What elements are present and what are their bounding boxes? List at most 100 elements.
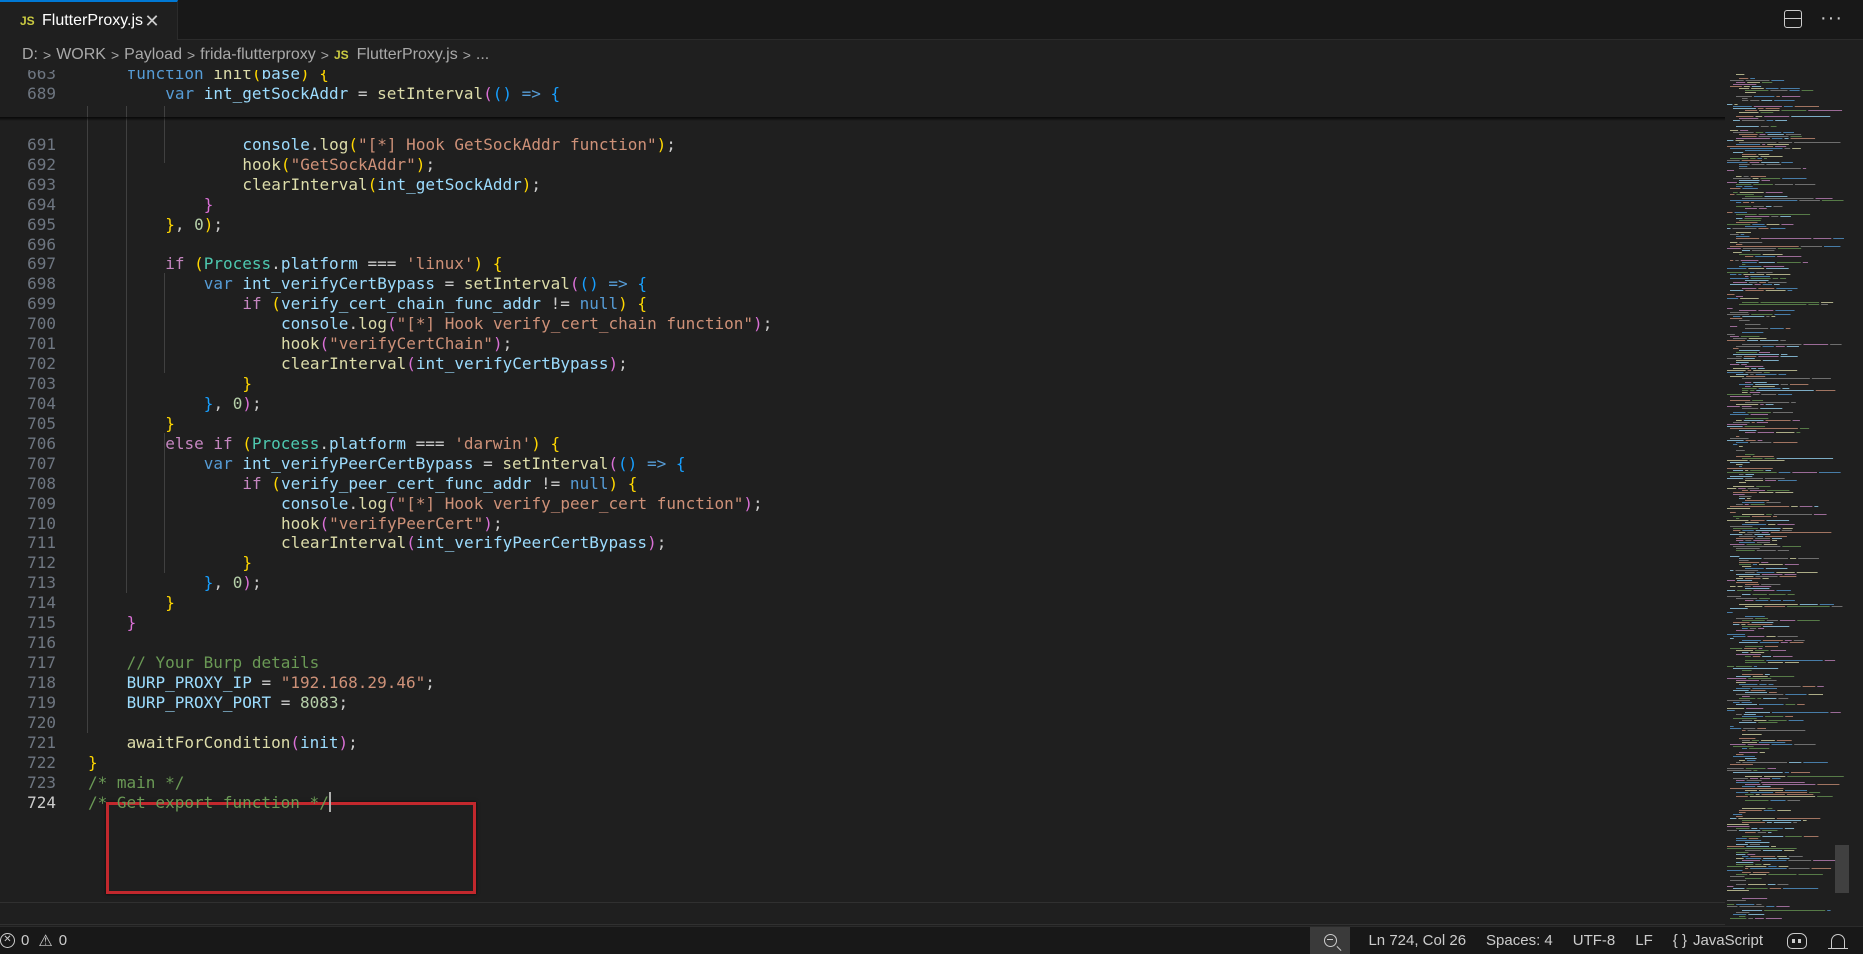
more-actions-icon[interactable]: ··· xyxy=(1820,8,1843,28)
minimap-stroke xyxy=(1745,758,1757,759)
minimap-stroke xyxy=(1743,86,1750,87)
code-token: ) xyxy=(656,134,667,154)
code-token: { xyxy=(492,254,503,274)
language-mode[interactable]: { } JavaScript xyxy=(1663,927,1773,954)
code-line[interactable]: 724 /* Get export function */ xyxy=(0,791,1725,815)
minimap-stroke xyxy=(1771,712,1829,713)
minimap-stroke xyxy=(1758,208,1767,209)
minimap-stroke xyxy=(1756,542,1770,543)
minimap-stroke xyxy=(1762,254,1783,255)
code-token: ( xyxy=(386,493,397,513)
minimap-stroke xyxy=(1739,684,1758,685)
copilot-button[interactable] xyxy=(1773,927,1821,954)
minimap-stroke xyxy=(1742,872,1751,873)
minimap-stroke xyxy=(1736,754,1744,755)
minimap-stroke xyxy=(1730,336,1739,337)
tab-flutterproxy-js[interactable]: JS FlutterProxy.js ✕ xyxy=(0,0,178,40)
code-token: ; xyxy=(502,334,513,354)
minimap-stroke xyxy=(1762,360,1779,361)
vertical-scrollbar-thumb[interactable] xyxy=(1835,845,1849,893)
code-token: } xyxy=(165,413,175,433)
minimap-stroke xyxy=(1760,156,1783,157)
minimap-stroke xyxy=(1736,792,1749,793)
minimap-stroke xyxy=(1755,132,1764,133)
minimap-stroke xyxy=(1774,314,1791,315)
zoom-button[interactable] xyxy=(1310,927,1351,954)
code-token: // Your Burp details xyxy=(126,653,320,673)
minimap-stroke xyxy=(1762,284,1773,285)
minimap-stroke xyxy=(1733,354,1780,355)
code-token: 8083 xyxy=(300,692,339,712)
minimap-stroke xyxy=(1755,618,1769,619)
minimap-stroke xyxy=(1765,108,1780,109)
minimap-stroke xyxy=(1727,846,1745,847)
minimap-stroke xyxy=(1739,564,1751,565)
minimap-stroke xyxy=(1764,478,1785,479)
cursor-position[interactable]: Ln 724, Col 26 xyxy=(1358,927,1476,954)
minimap-stroke xyxy=(1750,442,1772,443)
minimap-stroke xyxy=(1727,890,1749,891)
breadcrumb-file[interactable]: FlutterProxy.js xyxy=(357,46,458,64)
minimap-stroke xyxy=(1772,540,1778,541)
minimap-stroke xyxy=(1788,720,1804,721)
code-text: var int_getSockAddr = setInterval(() => … xyxy=(165,82,560,106)
minimap-stroke xyxy=(1787,290,1793,291)
minimap-stroke xyxy=(1750,520,1765,521)
minimap-stroke xyxy=(1766,224,1780,225)
breadcrumb-work[interactable]: WORK xyxy=(56,46,106,64)
error-icon: ✕ xyxy=(0,933,15,948)
breadcrumb-symbol[interactable]: ... xyxy=(476,46,489,64)
minimap-stroke xyxy=(1790,138,1816,139)
problems-indicator[interactable]: ✕ 0 ⚠ 0 xyxy=(0,927,67,954)
breadcrumb-drive[interactable]: D: xyxy=(22,46,38,64)
minimap-stroke xyxy=(1765,206,1772,207)
minimap-stroke xyxy=(1771,744,1793,745)
code-editor[interactable]: 663 function init(base) {689 var int_getSo… xyxy=(0,70,1863,926)
breadcrumb-folder[interactable]: frida-flutterproxy xyxy=(200,46,316,64)
minimap-stroke xyxy=(1739,310,1757,311)
minimap-stroke xyxy=(1777,636,1798,637)
breadcrumb-payload[interactable]: Payload xyxy=(124,46,182,64)
minimap-stroke xyxy=(1764,910,1826,911)
minimap-stroke xyxy=(1745,470,1749,471)
language-label: JavaScript xyxy=(1692,932,1763,949)
minimap-stroke xyxy=(1750,100,1760,101)
encoding[interactable]: UTF-8 xyxy=(1563,927,1626,954)
minimap-stroke xyxy=(1780,642,1788,643)
code-token: ( xyxy=(271,294,281,314)
minimap-stroke xyxy=(1745,568,1764,569)
minimap-stroke xyxy=(1733,702,1740,703)
minimap-stroke xyxy=(1727,162,1748,163)
minimap-stroke xyxy=(1745,256,1754,257)
minimap-stroke xyxy=(1736,858,1744,859)
minimap-stroke xyxy=(1730,438,1749,439)
minimap-stroke xyxy=(1761,794,1785,795)
close-icon[interactable]: ✕ xyxy=(141,10,163,32)
minimap-stroke xyxy=(1742,408,1759,409)
minimap-stroke xyxy=(1758,628,1765,629)
minimap-stroke xyxy=(1752,676,1768,677)
minimap-stroke xyxy=(1789,642,1804,643)
split-editor-icon[interactable] xyxy=(1784,10,1803,28)
notifications-button[interactable] xyxy=(1821,927,1863,954)
code-token: { xyxy=(637,274,647,294)
minimap-stroke xyxy=(1733,192,1738,193)
minimap-stroke xyxy=(1727,870,1743,871)
minimap-stroke xyxy=(1742,696,1750,697)
minimap-stroke xyxy=(1750,470,1764,471)
minimap-stroke xyxy=(1736,374,1749,375)
sticky-scroll-line[interactable]: 689 var int_getSockAddr = setInterval(() … xyxy=(0,82,1725,106)
minimap[interactable] xyxy=(1725,70,1849,926)
minimap-stroke xyxy=(1734,104,1738,105)
minimap-stroke xyxy=(1785,694,1807,695)
indentation[interactable]: Spaces: 4 xyxy=(1476,927,1563,954)
minimap-stroke xyxy=(1736,222,1758,223)
minimap-stroke xyxy=(1736,218,1743,219)
code-token: int_verifyPeerCertBypass xyxy=(415,533,648,553)
minimap-stroke xyxy=(1742,820,1761,821)
minimap-stroke xyxy=(1745,784,1761,785)
minimap-stroke xyxy=(1727,580,1735,581)
minimap-stroke xyxy=(1736,202,1742,203)
minimap-stroke xyxy=(1773,656,1793,657)
end-of-line[interactable]: LF xyxy=(1625,927,1663,954)
